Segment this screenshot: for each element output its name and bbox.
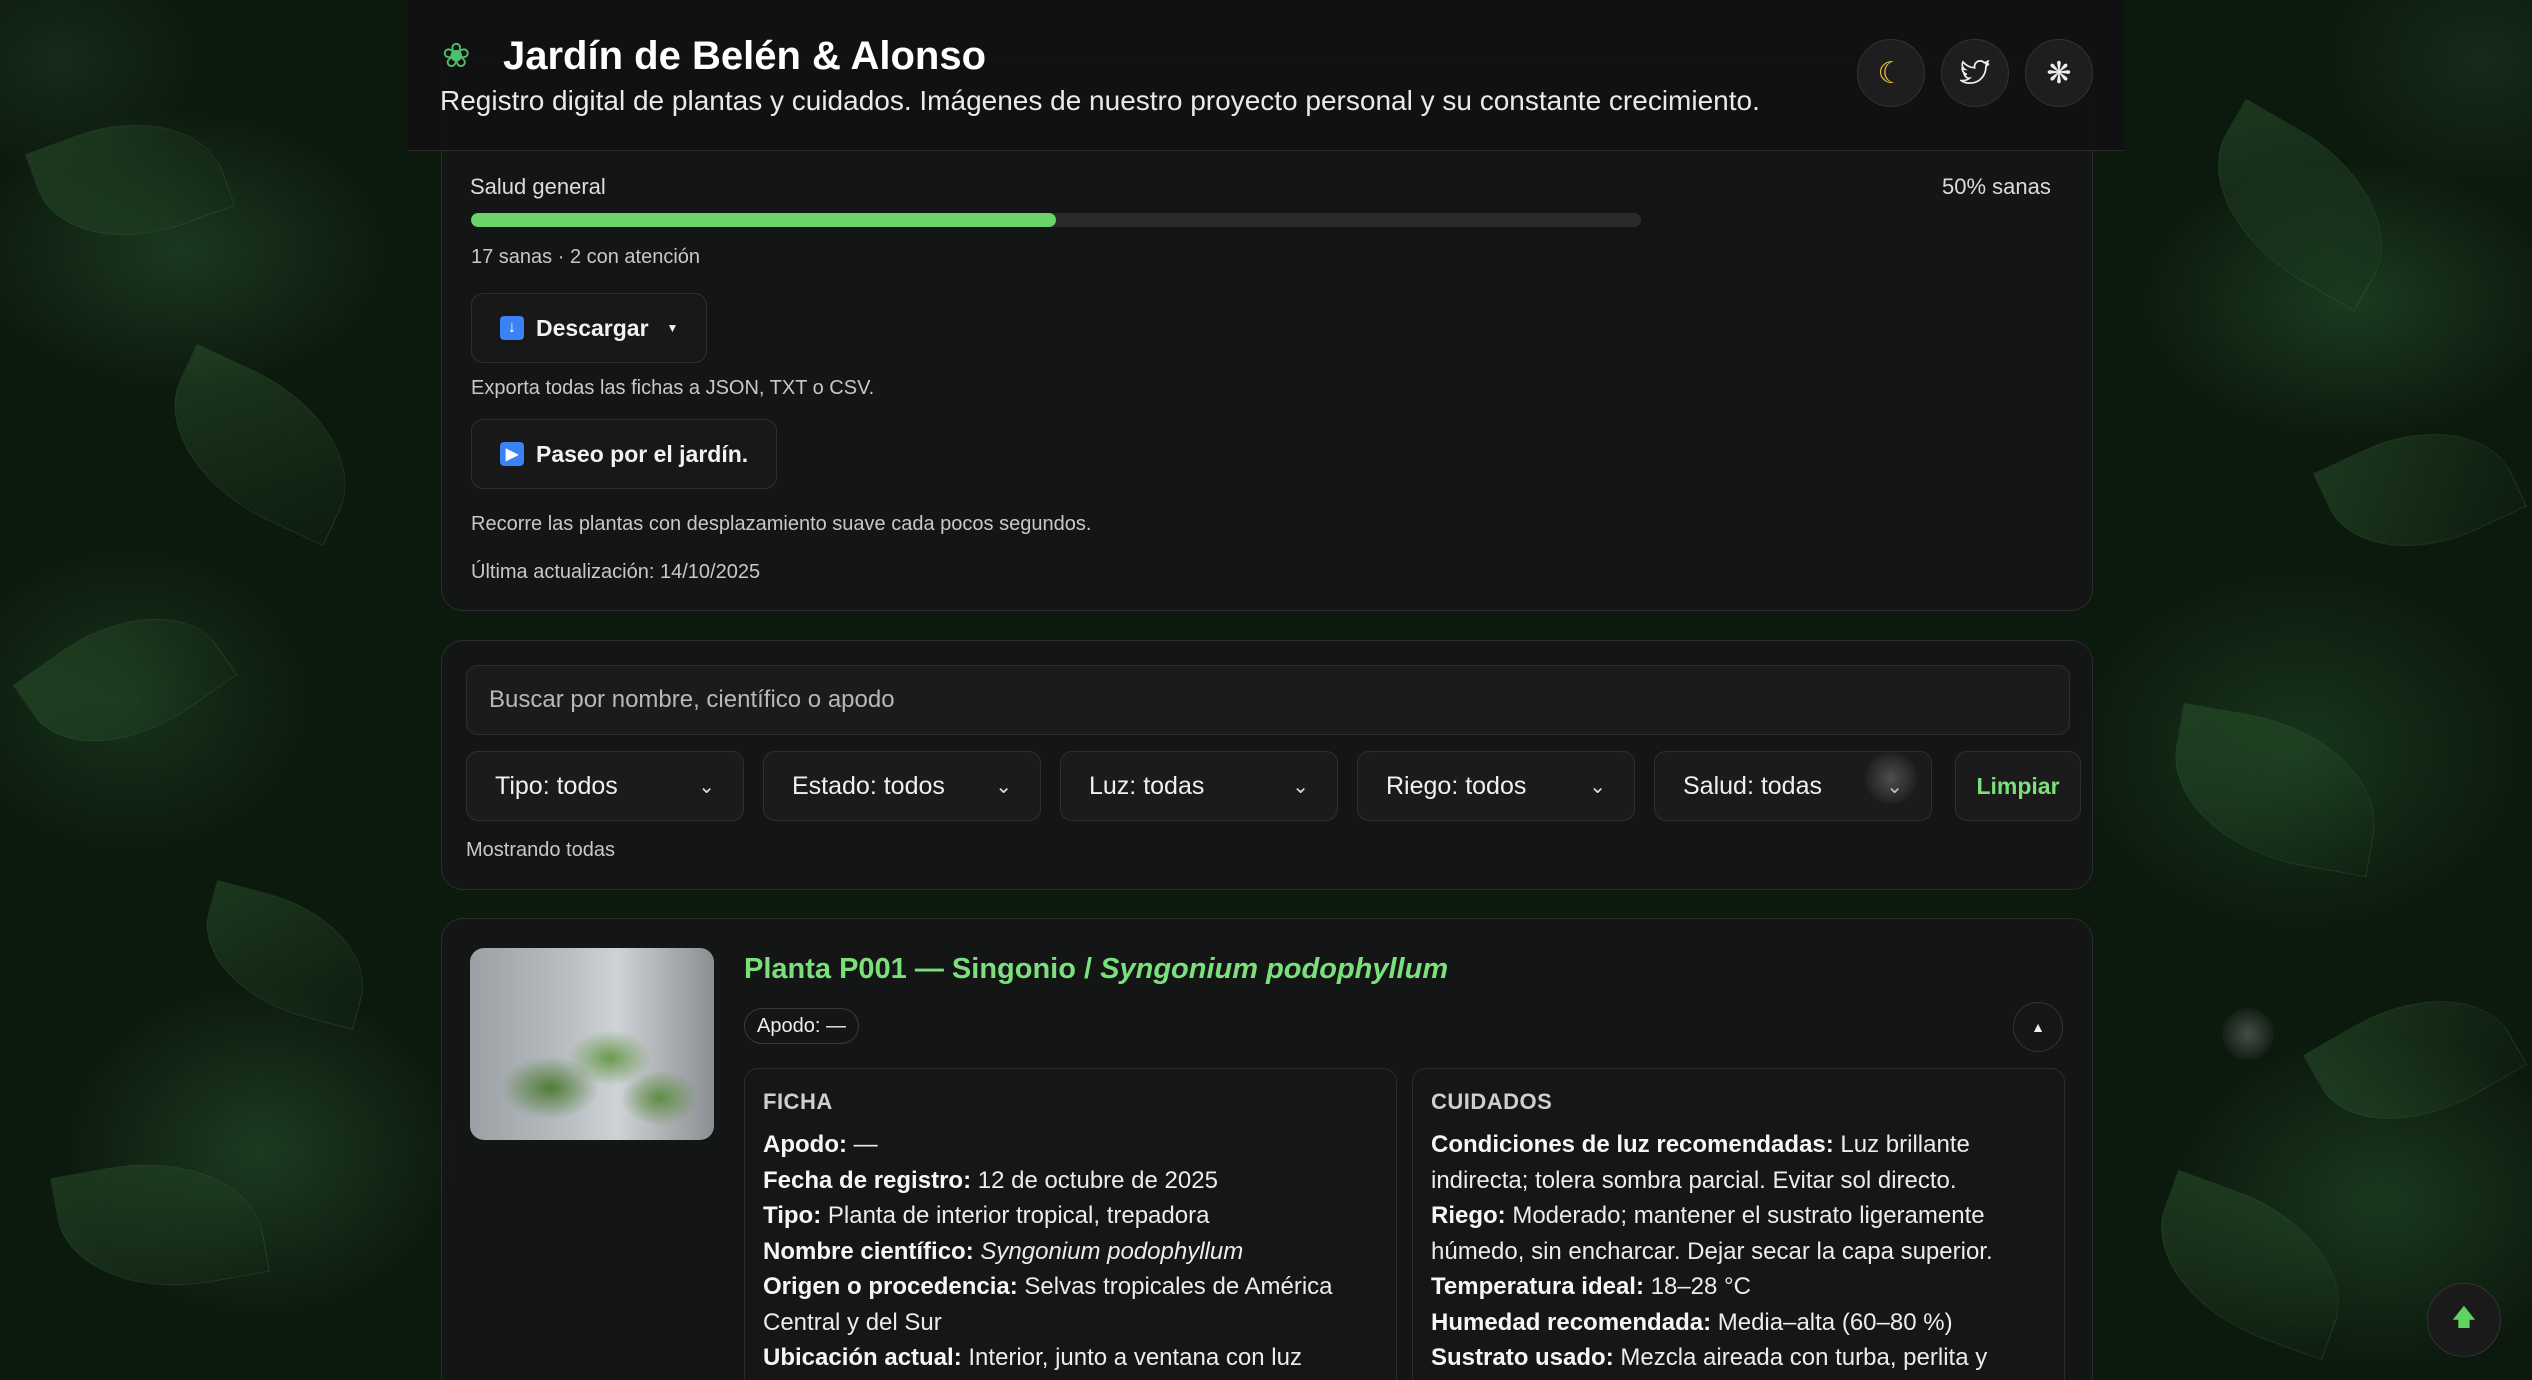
- cuidados-row-value: Moderado; mantener el sustrato ligeramen…: [1431, 1202, 1993, 1265]
- cuidados-row-label: Sustrato usado:: [1431, 1344, 1614, 1371]
- collapse-button[interactable]: ▲: [2013, 1002, 2063, 1052]
- ficha-row: Nombre científico: Syngonium podophyllum: [763, 1234, 1378, 1270]
- plant-photo[interactable]: [470, 948, 714, 1140]
- health-label: Salud general: [470, 174, 606, 199]
- cuidados-row-value: Media–alta (60–80 %): [1711, 1308, 1953, 1336]
- garden-walk-label: Paseo por el jardín.: [536, 440, 749, 467]
- twitter-button[interactable]: [1941, 39, 2009, 107]
- download-label: Descargar: [536, 314, 649, 341]
- filters-card: Tipo: todos ⌄ Estado: todos ⌄ Luz: todas…: [441, 640, 2093, 890]
- ficha-row: Tipo: Planta de interior tropical, trepa…: [763, 1198, 1378, 1234]
- ficha-row: Apodo: —: [763, 1127, 1378, 1163]
- plant-title-scientific: Syngonium podophyllum: [1100, 953, 1449, 985]
- cuidados-panel: CUIDADOS Condiciones de luz recomendadas…: [1412, 1068, 2065, 1380]
- monstera-leaf-icon: ❀: [442, 37, 471, 75]
- background-leaf: [2313, 397, 2527, 583]
- background-leaf: [2302, 960, 2528, 1160]
- caret-up-icon: ▲: [2031, 1019, 2045, 1035]
- chevron-down-icon: ⌄: [1292, 775, 1309, 798]
- garden-walk-note: Recorre las plantas con desplazamiento s…: [471, 513, 1092, 535]
- chevron-down-icon: ⌄: [995, 775, 1012, 798]
- swirl-button[interactable]: ❋: [2025, 39, 2093, 107]
- spinning-leaf-decoration: [1865, 752, 1917, 804]
- ficha-row-value: 12 de octubre de 2025: [971, 1166, 1218, 1194]
- background-leaf: [2180, 98, 2420, 312]
- background-leaf: [2159, 702, 2391, 878]
- health-detail: 17 sanas · 2 con atención: [471, 246, 701, 268]
- filter-type-label: Tipo: todos: [495, 771, 618, 800]
- chevron-down-icon: ⌄: [1589, 775, 1606, 798]
- cuidados-row: Sustrato usado: Mezcla aireada con turba…: [1431, 1340, 2046, 1376]
- ficha-row-label: Fecha de registro:: [763, 1166, 972, 1194]
- ficha-row-value: Interior, junto a ventana con luz: [961, 1344, 1302, 1371]
- cuidados-heading: CUIDADOS: [1431, 1089, 1553, 1114]
- background-leaf: [141, 343, 379, 547]
- filter-light-label: Luz: todas: [1089, 771, 1205, 800]
- plant-title-prefix: Planta P001 — Singonio /: [744, 953, 1101, 985]
- theme-toggle-button[interactable]: ☾: [1857, 39, 1925, 107]
- ficha-row-label: Ubicación actual:: [763, 1344, 962, 1371]
- chevron-down-icon: ⌄: [698, 775, 715, 798]
- ficha-row: Ubicación actual: Interior, junto a vent…: [763, 1340, 1378, 1376]
- background-leaf: [188, 879, 382, 1031]
- cuidados-row-label: Riego:: [1431, 1202, 1506, 1229]
- spinning-leaf-decoration: [2222, 1008, 2274, 1060]
- twitter-bird-icon: [1960, 60, 1990, 85]
- cuidados-row: Humedad recomendada: Media–alta (60–80 %…: [1431, 1305, 2046, 1341]
- site-header: ❀ Jardín de Belén & Alonso Registro digi…: [408, 0, 2124, 151]
- search-input[interactable]: [466, 665, 2070, 735]
- download-button[interactable]: ↓ Descargar ▼: [471, 293, 708, 363]
- arrow-up-icon: 🡅: [2451, 1303, 2477, 1331]
- cuidados-row-value: Mezcla aireada con turba, perlita y: [1613, 1344, 1988, 1371]
- health-percent: 50% sanas: [1942, 174, 2051, 199]
- garden-walk-button[interactable]: ▶ Paseo por el jardín.: [471, 419, 778, 489]
- ficha-row-label: Tipo:: [763, 1202, 822, 1229]
- background-leaf: [2133, 1169, 2367, 1361]
- caret-down-icon: ▼: [666, 321, 679, 335]
- cuidados-row-label: Condiciones de luz recomendadas:: [1431, 1131, 1834, 1158]
- ficha-row-label: Nombre científico:: [763, 1237, 974, 1265]
- cuidados-row-label: Temperatura ideal:: [1431, 1273, 1644, 1300]
- filter-status-label: Estado: todos: [792, 771, 945, 800]
- ficha-heading: FICHA: [763, 1089, 833, 1114]
- background-leaf: [24, 92, 236, 268]
- last-update: Última actualización: 14/10/2025: [471, 561, 761, 583]
- download-arrow-icon: ↓: [500, 316, 524, 340]
- nickname-chip: Apodo: —: [744, 1008, 859, 1044]
- ficha-row-label: Origen o procedencia:: [763, 1273, 1018, 1300]
- ficha-panel: FICHA Apodo: — Fecha de registro: 12 de o…: [744, 1068, 1397, 1380]
- filter-status-select[interactable]: Estado: todos ⌄: [763, 751, 1041, 821]
- ficha-row-label: Apodo:: [763, 1131, 847, 1158]
- background-leaf: [12, 576, 238, 784]
- cuidados-row: Temperatura ideal: 18–28 °C: [1431, 1269, 2046, 1305]
- cuidados-row: Riego: Moderado; mantener el sustrato li…: [1431, 1198, 2046, 1269]
- moon-icon: ☾: [1877, 56, 1905, 90]
- plant-card: Planta P001 — Singonio / Syngonium podop…: [441, 918, 2093, 1380]
- back-to-top-button[interactable]: 🡅: [2427, 1283, 2501, 1357]
- cuidados-row-label: Humedad recomendada:: [1431, 1308, 1712, 1336]
- clear-filters-button[interactable]: Limpiar: [1955, 751, 2081, 821]
- play-icon: ▶: [500, 442, 524, 466]
- download-note: Exporta todas las fichas a JSON, TXT o C…: [471, 377, 875, 399]
- cuidados-row: Condiciones de luz recomendadas: Luz bri…: [1431, 1127, 2046, 1198]
- ficha-row-value: Planta de interior tropical, trepadora: [821, 1202, 1210, 1229]
- plant-title: Planta P001 — Singonio / Syngonium podop…: [744, 953, 1448, 986]
- site-subtitle: Registro digital de plantas y cuidados. …: [440, 85, 1760, 116]
- filter-type-select[interactable]: Tipo: todos ⌄: [466, 751, 744, 821]
- filter-watering-label: Riego: todos: [1386, 771, 1527, 800]
- cuidados-row-value: 18–28 °C: [1643, 1273, 1751, 1300]
- ficha-row: Origen o procedencia: Selvas tropicales …: [763, 1269, 1378, 1340]
- health-progress-bar: [471, 213, 1641, 227]
- ficha-row-value: Syngonium podophyllum: [973, 1237, 1244, 1265]
- health-progress-fill: [471, 213, 1056, 227]
- background-leaf: [50, 1143, 270, 1307]
- filter-light-select[interactable]: Luz: todas ⌄: [1060, 751, 1338, 821]
- site-title: Jardín de Belén & Alonso: [503, 34, 987, 78]
- ficha-row-value: —: [846, 1131, 878, 1158]
- results-status: Mostrando todas: [466, 839, 615, 861]
- filter-watering-select[interactable]: Riego: todos ⌄: [1357, 751, 1635, 821]
- swirl-icon: ❋: [2046, 56, 2072, 90]
- ficha-row: Fecha de registro: 12 de octubre de 2025: [763, 1163, 1378, 1199]
- filter-health-label: Salud: todas: [1683, 771, 1822, 800]
